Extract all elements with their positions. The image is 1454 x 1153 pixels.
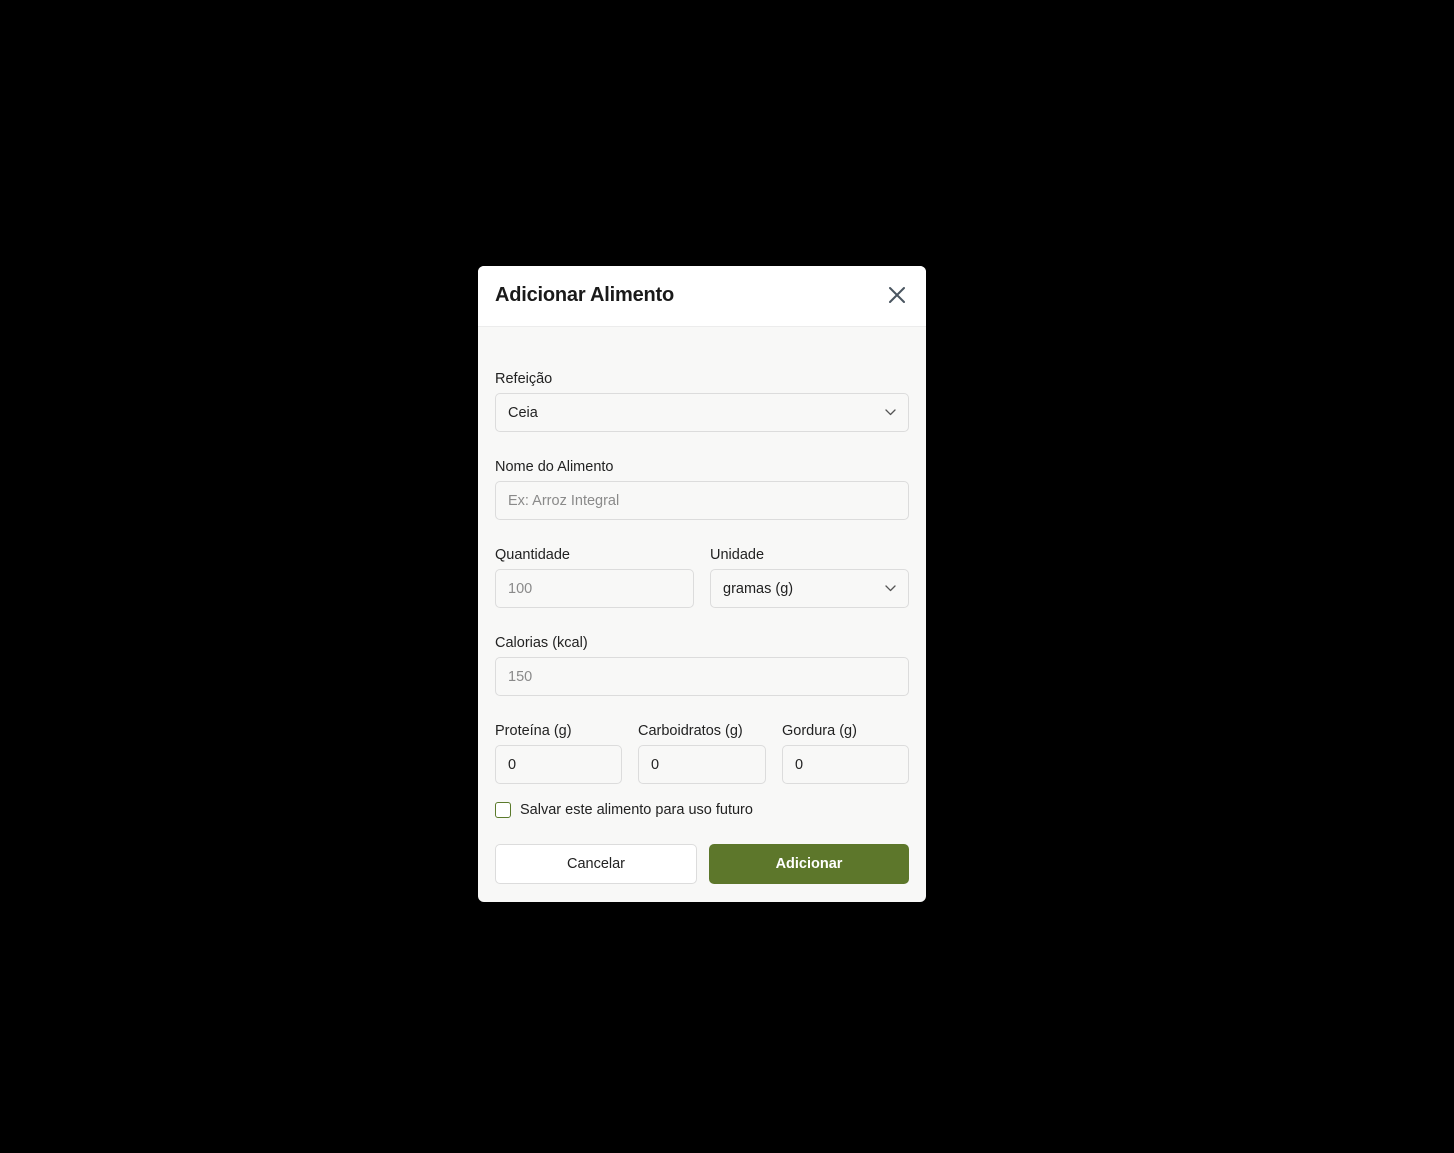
save-food-option[interactable]: Salvar este alimento para uso futuro	[495, 802, 753, 818]
food-name-field	[495, 481, 909, 520]
chevron-down-icon	[884, 583, 896, 595]
protein-label: Proteína (g)	[495, 723, 572, 739]
add-button[interactable]: Adicionar	[709, 844, 909, 884]
protein-input[interactable]	[508, 756, 609, 773]
dialog-header: Adicionar Alimento	[478, 266, 926, 327]
food-name-label: Nome do Alimento	[495, 459, 614, 475]
dialog-title: Adicionar Alimento	[495, 284, 675, 306]
calories-field	[495, 657, 909, 696]
fat-input[interactable]	[795, 756, 896, 773]
calories-label: Calorias (kcal)	[495, 635, 588, 651]
close-icon	[888, 286, 906, 309]
quantity-label: Quantidade	[495, 547, 570, 563]
unit-label: Unidade	[710, 547, 765, 563]
carbs-field	[638, 745, 766, 784]
unit-select[interactable]: gramas (g)	[710, 569, 909, 608]
meal-select-value: Ceia	[508, 404, 538, 421]
quantity-field	[495, 569, 694, 608]
carbs-label: Carboidratos (g)	[638, 723, 743, 739]
meal-select[interactable]: Ceia	[495, 393, 909, 432]
close-button[interactable]	[885, 285, 909, 309]
carbs-input[interactable]	[651, 756, 753, 773]
quantity-input[interactable]	[508, 580, 681, 597]
meal-label: Refeição	[495, 371, 553, 387]
save-food-checkbox[interactable]	[495, 802, 511, 818]
fat-label: Gordura (g)	[782, 723, 857, 739]
save-food-label: Salvar este alimento para uso futuro	[520, 802, 753, 818]
protein-field	[495, 745, 622, 784]
add-food-dialog: Adicionar Alimento Refeição Ceia Nome do…	[478, 266, 926, 902]
food-name-input[interactable]	[508, 492, 896, 509]
calories-input[interactable]	[508, 668, 896, 685]
unit-select-value: gramas (g)	[723, 580, 794, 597]
chevron-down-icon	[884, 407, 896, 419]
cancel-button[interactable]: Cancelar	[495, 844, 697, 884]
fat-field	[782, 745, 909, 784]
